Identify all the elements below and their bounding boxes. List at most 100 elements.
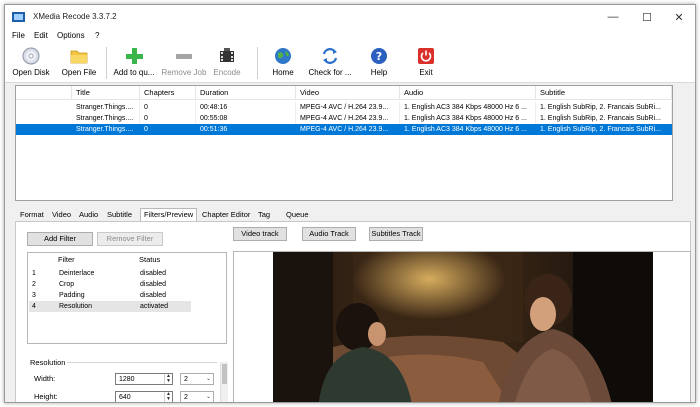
toolbar-separator (106, 47, 107, 79)
file-row-selected[interactable]: Stranger.Things.... 0 00:51:36 MPEG-4 AV… (16, 124, 672, 135)
tab-audio[interactable]: Audio (76, 209, 101, 221)
tab-subtitle[interactable]: Subtitle (104, 209, 135, 221)
cell-chapters: 0 (140, 113, 196, 124)
width-factor-select[interactable]: 2 ⌄ (180, 373, 214, 385)
minimize-button[interactable]: — (597, 5, 629, 29)
menu-file[interactable]: File (12, 31, 25, 40)
help-icon: ? (371, 48, 387, 64)
filter-name: Padding (59, 292, 85, 299)
filter-status: disabled (140, 270, 167, 277)
file-row[interactable]: Stranger.Things.... 0 00:48:16 MPEG-4 AV… (16, 102, 672, 113)
cell-subtitle: 1. English SubRip, 2. Francais SubRi... (536, 124, 672, 135)
menu-help[interactable]: ? (95, 31, 99, 40)
column-header-audio[interactable]: Audio (400, 86, 536, 100)
encode-button[interactable]: Encode (210, 45, 244, 81)
file-row[interactable]: Stranger.Things.... 0 00:55:08 MPEG-4 AV… (16, 113, 672, 124)
filter-status: activated (140, 303, 169, 310)
filters-preview-panel: Add Filter Remove Filter Video track Aud… (15, 221, 691, 402)
add-to-queue-label: Add to qu... (113, 68, 155, 77)
tab-strip: Format Video Audio Subtitle Filters/Prev… (15, 208, 675, 221)
column-header-subtitle[interactable]: Subtitle (536, 86, 672, 100)
status-column-header: Status (139, 255, 161, 264)
height-value: 640 (119, 394, 131, 401)
filter-row[interactable]: 1 Deinterlace disabled (29, 268, 191, 279)
plus-icon (126, 48, 143, 64)
cell-duration: 00:51:36 (196, 124, 296, 135)
scrollbar-thumb[interactable] (222, 364, 227, 384)
menu-bar: File Edit Options ? (5, 29, 695, 43)
add-filter-button[interactable]: Add Filter (27, 232, 93, 246)
filter-list[interactable]: Filter Status 1 Deinterlace disabled 2 C… (27, 252, 227, 344)
remove-filter-button[interactable]: Remove Filter (97, 232, 163, 246)
width-label: Width: (34, 374, 56, 383)
disc-icon (22, 47, 40, 65)
height-input[interactable]: 640 ▲ ▼ (115, 391, 173, 402)
cell-video: MPEG-4 AVC / H.264 23.9... (296, 113, 400, 124)
filter-name: Crop (59, 281, 75, 288)
open-file-button[interactable]: Open File (57, 45, 101, 81)
exit-button[interactable]: Exit (409, 45, 443, 81)
vertical-scrollbar[interactable] (220, 362, 228, 402)
tab-format[interactable]: Format (17, 209, 47, 221)
spin-arrows-icon[interactable]: ▲ ▼ (164, 374, 172, 384)
folder-icon (70, 50, 88, 64)
tab-queue[interactable]: Queue (283, 209, 312, 221)
cell-duration: 00:48:16 (196, 102, 296, 113)
preview-area (233, 251, 691, 402)
close-button[interactable]: ✕ (663, 5, 695, 29)
title-bar: XMedia Recode 3.3.7.2 — ☐ ✕ (5, 5, 695, 29)
tab-filters-preview[interactable]: Filters/Preview (140, 208, 198, 221)
check-for-updates-button[interactable]: Check for ... (305, 45, 355, 81)
chevron-down-icon: ⌄ (205, 394, 211, 400)
column-header-duration[interactable]: Duration (196, 86, 296, 100)
maximize-button[interactable]: ☐ (631, 5, 663, 29)
filter-number: 1 (32, 270, 36, 277)
add-to-queue-button[interactable]: Add to qu... (109, 45, 159, 81)
filter-row[interactable]: 2 Crop disabled (29, 279, 191, 290)
open-disk-button[interactable]: Open Disk (9, 45, 53, 81)
app-icon (12, 12, 25, 22)
column-header-video[interactable]: Video (296, 86, 400, 100)
column-header-chapters[interactable]: Chapters (140, 86, 196, 100)
help-button[interactable]: ? Help (362, 45, 396, 81)
file-list[interactable]: Title Chapters Duration Video Audio Subt… (15, 85, 673, 201)
filter-number: 2 (32, 281, 36, 288)
cell-video: MPEG-4 AVC / H.264 23.9... (296, 102, 400, 113)
width-input[interactable]: 1280 ▲ ▼ (115, 373, 173, 385)
width-value: 1280 (119, 376, 135, 383)
subtitles-track-button[interactable]: Subtitles Track (369, 227, 423, 241)
height-factor-value: 2 (184, 394, 188, 401)
video-track-button[interactable]: Video track (233, 227, 287, 241)
tab-tag[interactable]: Tag (255, 209, 273, 221)
exit-label: Exit (419, 68, 433, 77)
check-for-updates-label: Check for ... (308, 68, 352, 77)
cell-video: MPEG-4 AVC / H.264 23.9... (296, 124, 400, 135)
help-label: Help (370, 68, 388, 77)
film-icon (220, 48, 234, 62)
filter-row-selected[interactable]: 4 Resolution activated (29, 301, 191, 312)
height-label: Height: (34, 392, 58, 401)
toolbar: Open Disk Open File Add to qu... Remove … (5, 43, 695, 83)
spin-arrows-icon[interactable]: ▲ ▼ (164, 392, 172, 402)
audio-track-button[interactable]: Audio Track (302, 227, 356, 241)
menu-options[interactable]: Options (57, 31, 85, 40)
filter-number: 3 (32, 292, 36, 299)
filter-row[interactable]: 3 Padding disabled (29, 290, 191, 301)
minus-icon (176, 54, 192, 59)
menu-edit[interactable]: Edit (34, 31, 48, 40)
cell-title: Stranger.Things.... (72, 113, 140, 124)
height-factor-select[interactable]: 2 ⌄ (180, 391, 214, 402)
globe-icon (275, 48, 291, 64)
width-factor-value: 2 (184, 376, 188, 383)
column-header-blank (16, 86, 72, 100)
maximize-icon: ☐ (642, 11, 652, 24)
refresh-icon (322, 48, 338, 64)
tab-chapter-editor[interactable]: Chapter Editor (199, 209, 253, 221)
tab-video[interactable]: Video (49, 209, 74, 221)
home-button[interactable]: Home (263, 45, 303, 81)
cell-chapters: 0 (140, 102, 196, 113)
cell-title: Stranger.Things.... (72, 124, 140, 135)
minimize-icon: — (607, 11, 619, 23)
remove-job-button[interactable]: Remove Job (159, 45, 209, 81)
column-header-title[interactable]: Title (72, 86, 140, 100)
